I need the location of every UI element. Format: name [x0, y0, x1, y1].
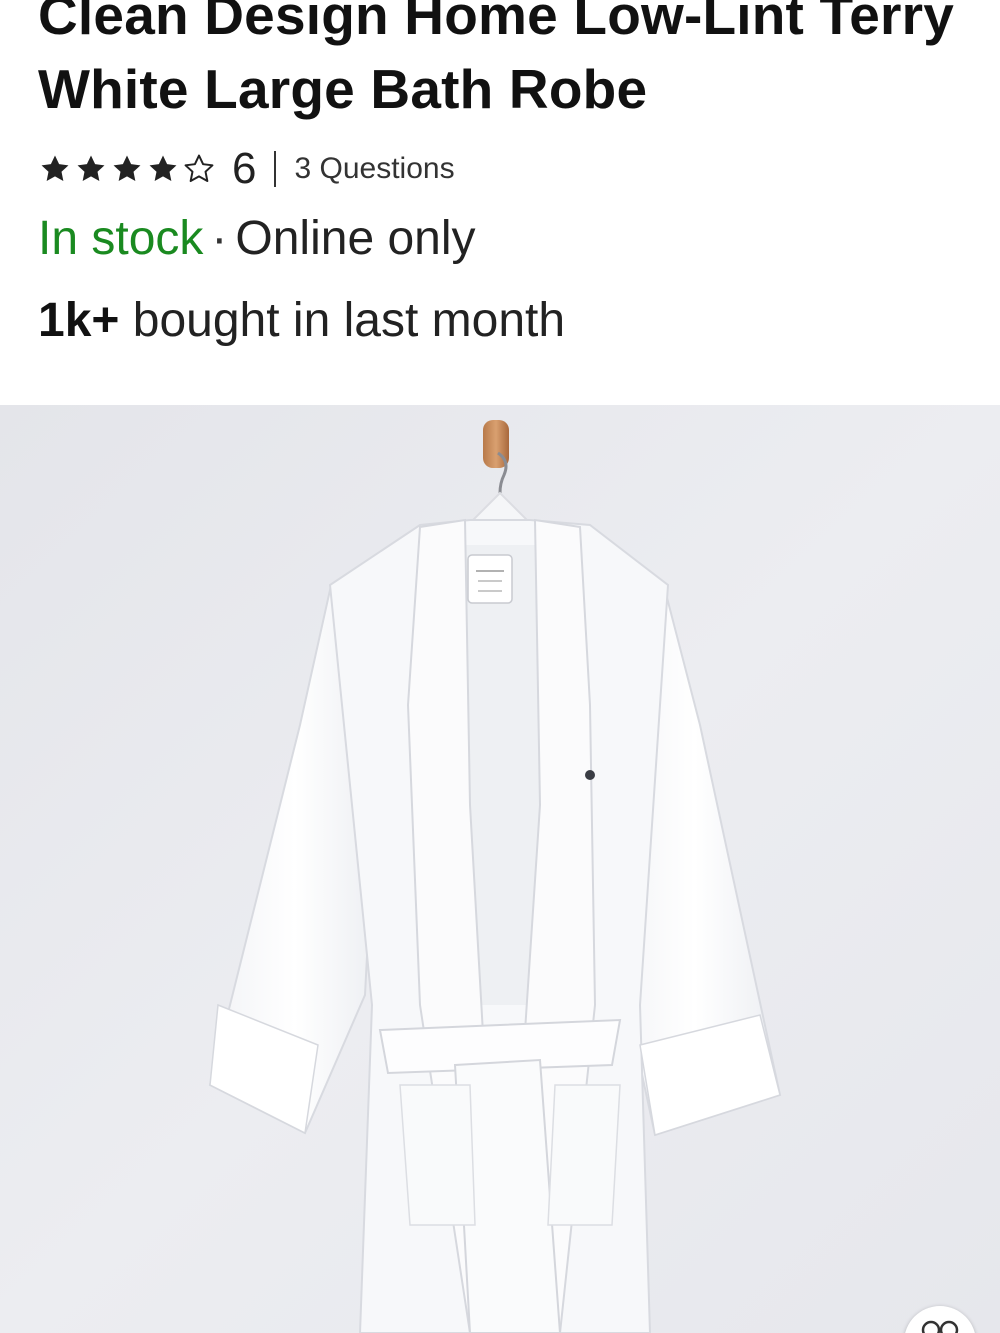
bought-count-row: 1k+ bought in last month	[38, 292, 565, 350]
questions-link[interactable]: 3 Questions	[294, 154, 454, 184]
separator-dot: ·	[211, 212, 228, 265]
rating-count-link[interactable]: 6	[232, 147, 256, 191]
star-filled-icon	[113, 155, 141, 182]
star-rating[interactable]	[38, 152, 216, 186]
availability-row: In stock · Online only	[38, 210, 476, 268]
channel-label: Online only	[235, 212, 476, 265]
rating-row: 6 3 Questions	[38, 142, 455, 196]
star-empty-icon	[184, 154, 214, 183]
glasses-icon	[921, 1320, 959, 1333]
divider	[274, 151, 277, 187]
star-filled-icon	[41, 155, 69, 182]
bought-label: bought in last month	[132, 294, 566, 347]
star-filled-icon	[77, 155, 105, 182]
stock-status: In stock	[38, 212, 204, 265]
star-filled-icon	[149, 155, 177, 182]
product-page: Clean Design Home Low-Lint Terry White L…	[0, 0, 1000, 1333]
product-image[interactable]	[0, 405, 1000, 1333]
product-title: Clean Design Home Low-Lint Terry White L…	[38, 0, 955, 120]
bought-count: 1k+	[38, 294, 120, 347]
